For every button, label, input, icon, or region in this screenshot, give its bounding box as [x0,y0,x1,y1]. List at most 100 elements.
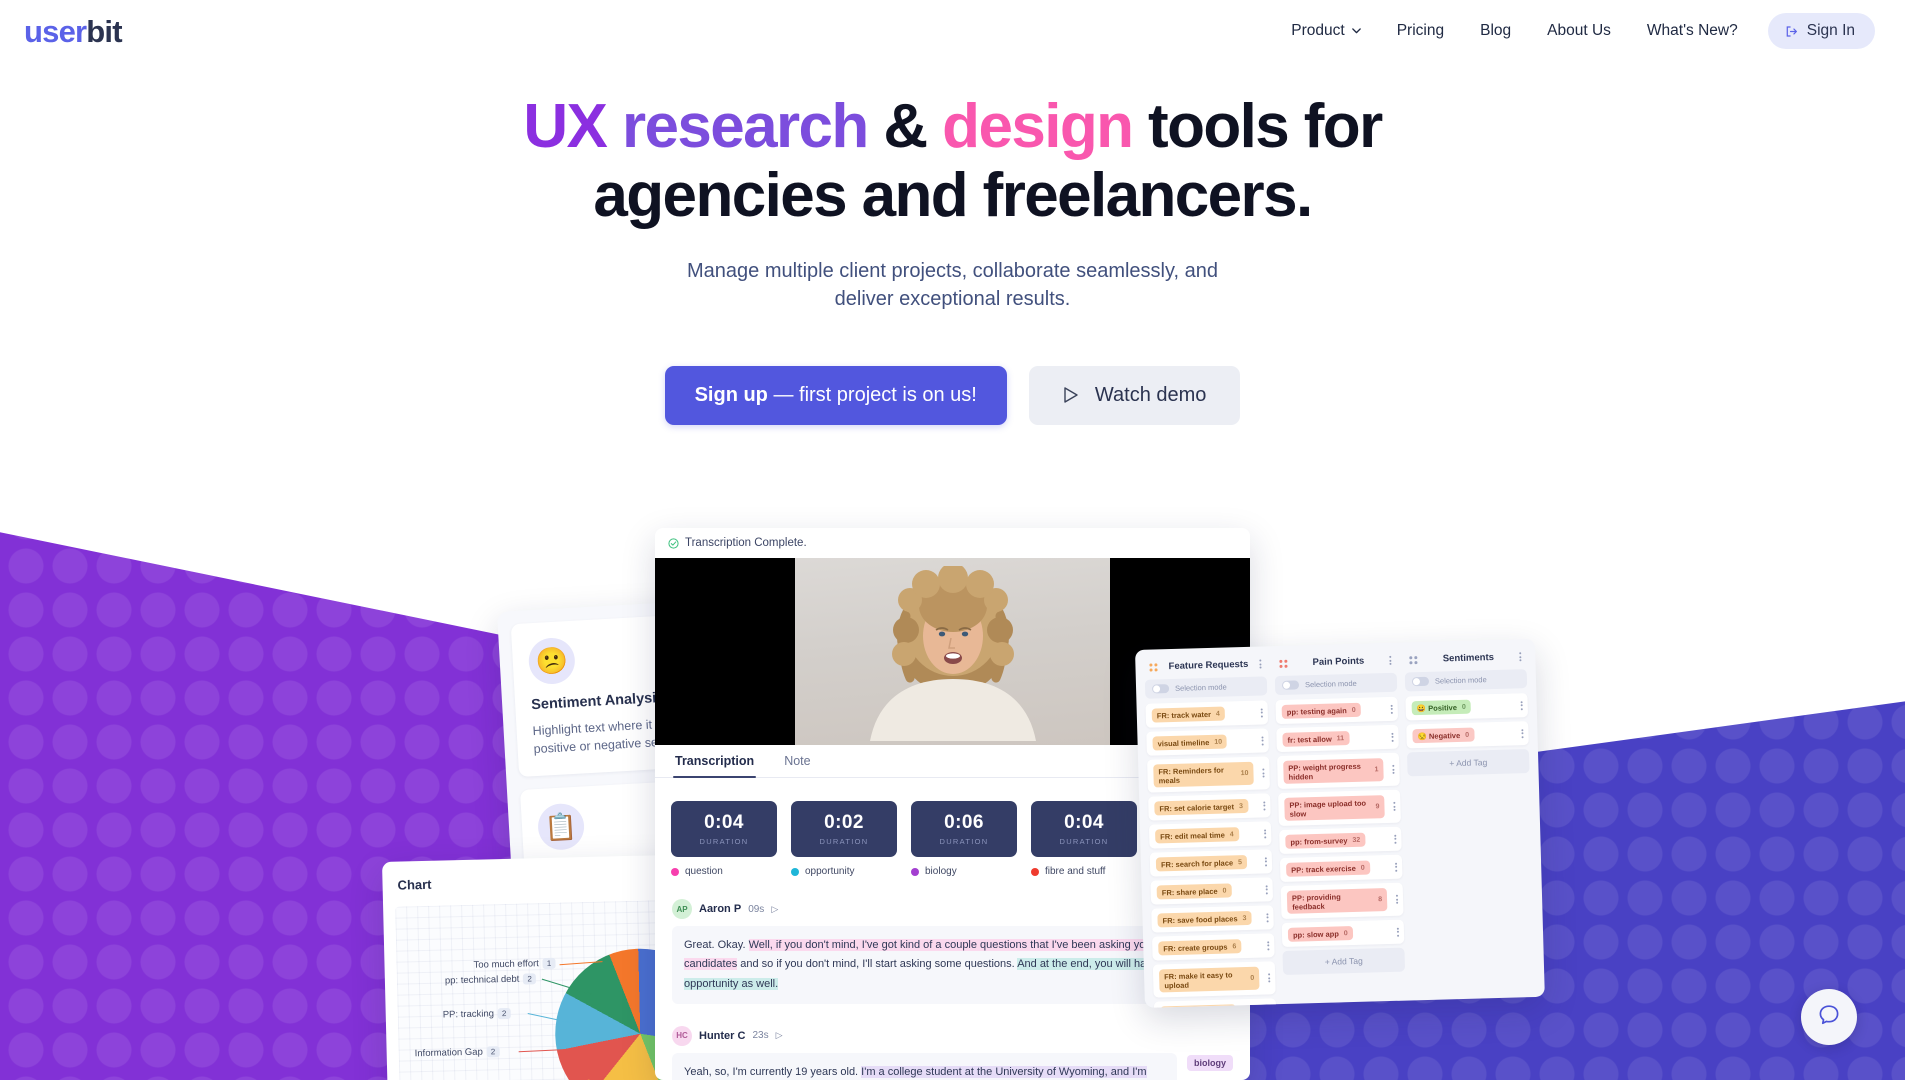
more-options-icon[interactable] [1389,655,1392,665]
board-tag-row[interactable]: FR: Reminders for meals 10 [1147,756,1270,793]
board-tag-row[interactable]: FR: share place 0 [1150,877,1274,905]
more-options-icon[interactable] [1392,764,1395,774]
board-tag-row[interactable]: pp: testing again 0 [1275,696,1399,725]
watch-demo-button[interactable]: Watch demo [1028,365,1241,425]
nav-item-pricing[interactable]: Pricing [1379,14,1462,48]
more-options-icon[interactable] [1260,707,1263,718]
transcript-text[interactable]: Great. Okay. Well, if you don't mind, I'… [672,926,1233,1004]
chart-type-toggle[interactable] [722,863,783,889]
more-options-icon[interactable] [1395,894,1399,904]
board-tag-row[interactable]: PP: providing feedback 8 [1280,882,1404,920]
tag-pill[interactable]: pp: testing again 0 [1281,702,1361,719]
drag-handle-icon[interactable] [1409,655,1418,664]
board-tag-row[interactable]: 😒 Negative 0 [1406,721,1529,749]
more-options-icon[interactable] [1393,801,1396,811]
nav-item-blog[interactable]: Blog [1462,14,1529,48]
drag-handle-icon[interactable] [1149,662,1158,672]
tag-pill[interactable]: FR: tag rule test8 [1159,1004,1237,1008]
tag-pill[interactable]: FR: search for place 5 [1155,854,1248,872]
board-tag-row[interactable]: FR: create groups 6 [1152,933,1275,961]
duration-card[interactable]: 0:04 DURATION fibre and stuff [1031,801,1137,877]
toggle-switch[interactable] [1151,684,1170,694]
play-segment-icon[interactable]: ▷ [771,904,778,915]
tag-pill[interactable]: FR: share place 0 [1156,883,1232,900]
tag-pill[interactable]: FR: track water 4 [1151,706,1226,723]
board-tag-row[interactable]: FR: make it easy to upload 0 [1152,961,1276,998]
more-options-icon[interactable] [1519,652,1522,662]
bar-chart-icon[interactable] [752,864,782,887]
more-options-icon[interactable] [1520,700,1523,710]
tab-transcription[interactable]: Transcription [672,754,757,778]
more-options-icon[interactable] [1390,704,1393,714]
tag-pill[interactable]: FR: save food places 3 [1157,910,1252,928]
nav-item-product[interactable]: Product [1273,14,1378,48]
tag-pill[interactable]: PP: providing feedback 8 [1286,888,1388,914]
board-tag-row[interactable]: pp: slow app 0 [1281,919,1405,948]
nav-item-whats-new[interactable]: What's New? [1629,14,1756,48]
tab-note[interactable]: Note [784,754,810,777]
board-tag-row[interactable]: FR: set calorie target 3 [1148,793,1271,821]
tag-pill[interactable]: PP: image upload too slow 9 [1284,795,1385,821]
play-segment-icon[interactable]: ▷ [776,1030,783,1041]
tag-pill[interactable]: visual timeline 10 [1152,734,1228,751]
board-tag-row[interactable]: FR: search for place 5 [1149,849,1273,877]
nav-item-about-us[interactable]: About Us [1529,14,1629,48]
tag-pill[interactable]: FR: edit meal time 4 [1155,827,1239,844]
more-options-icon[interactable] [1265,884,1268,894]
selection-mode-toggle[interactable]: Selection mode [1274,672,1398,696]
more-options-icon[interactable] [1268,1005,1272,1008]
tag-pill[interactable]: FR: Reminders for meals 10 [1153,761,1254,788]
pie-chart-icon[interactable] [723,864,753,888]
toggle-switch[interactable] [1281,680,1300,690]
duration-card[interactable]: 0:06 DURATION biology [911,801,1017,877]
tag-pill[interactable]: pp: slow app 0 [1287,926,1353,942]
ai-card-feature-requests[interactable]: 📋 Feature Requests AI [519,776,768,899]
toggle-switch[interactable] [1411,676,1430,687]
board-tag-row[interactable]: FR: track water 4 [1145,700,1269,728]
tag-pill[interactable]: FR: create groups 6 [1158,939,1242,956]
more-options-icon[interactable] [1266,912,1269,922]
board-tag-row[interactable]: PP: weight progress hidden 1 [1277,752,1400,790]
duration-card[interactable]: 0:04 DURATION question [671,801,777,877]
selection-mode-toggle[interactable]: Selection mode [1404,669,1528,692]
tag-pill[interactable]: pp: from-survey 32 [1285,832,1366,849]
tag-pill[interactable]: 😒 Negative 0 [1412,727,1475,744]
more-options-icon[interactable] [1521,728,1524,738]
more-options-icon[interactable] [1395,862,1398,872]
more-options-icon[interactable] [1261,735,1264,745]
tag-pill[interactable]: PP: track exercise 0 [1286,860,1370,877]
transcript-side-tag[interactable]: biology [1187,1054,1233,1071]
add-tag-button[interactable]: + Add Tag [1282,947,1406,975]
tag-pill[interactable]: FR: make it easy to upload 0 [1158,966,1260,993]
tag-pill[interactable]: PP: weight progress hidden 1 [1283,758,1384,784]
board-tag-row[interactable]: pp: from-survey 32 [1279,826,1402,855]
logo[interactable]: userbit [24,16,123,47]
more-options-icon[interactable] [1394,834,1397,844]
chat-widget-button[interactable] [1801,989,1857,1045]
board-tag-row[interactable]: FR: tag rule test8 [1153,998,1277,1008]
more-options-icon[interactable] [1263,800,1266,810]
more-options-icon[interactable] [1259,659,1262,669]
tag-pill[interactable]: fr: test allow 11 [1282,731,1350,747]
more-options-icon[interactable] [1264,828,1267,838]
selection-mode-toggle[interactable]: Selection mode [1144,676,1268,699]
add-tag-button[interactable]: + Add Tag [1406,749,1530,777]
tag-pill[interactable]: FR: set calorie target 3 [1154,798,1249,816]
board-tag-row[interactable]: 😀 Positive 0 [1405,693,1529,721]
more-options-icon[interactable] [1391,732,1394,742]
board-tag-row[interactable]: fr: test allow 11 [1276,724,1399,753]
more-options-icon[interactable] [1396,927,1400,937]
more-options-icon[interactable] [1264,856,1268,866]
video-player[interactable] [655,558,1250,745]
board-tag-row[interactable]: PP: image upload too slow 9 [1278,789,1401,827]
tag-pill[interactable]: 😀 Positive 0 [1411,699,1472,716]
board-tag-row[interactable]: FR: save food places 3 [1151,905,1274,933]
drag-handle-icon[interactable] [1279,659,1288,668]
sign-up-button[interactable]: Sign up — first project is on us! [664,365,1007,425]
more-options-icon[interactable] [1262,768,1265,778]
board-tag-row[interactable]: PP: track exercise 0 [1279,854,1403,883]
more-options-icon[interactable] [1267,940,1270,950]
sign-in-button[interactable]: Sign In [1767,13,1875,49]
more-options-icon[interactable] [1268,973,1271,983]
ai-card-sentiment-analysis[interactable]: 😕 Sentiment Analysis AI Highlight text w… [510,610,761,778]
